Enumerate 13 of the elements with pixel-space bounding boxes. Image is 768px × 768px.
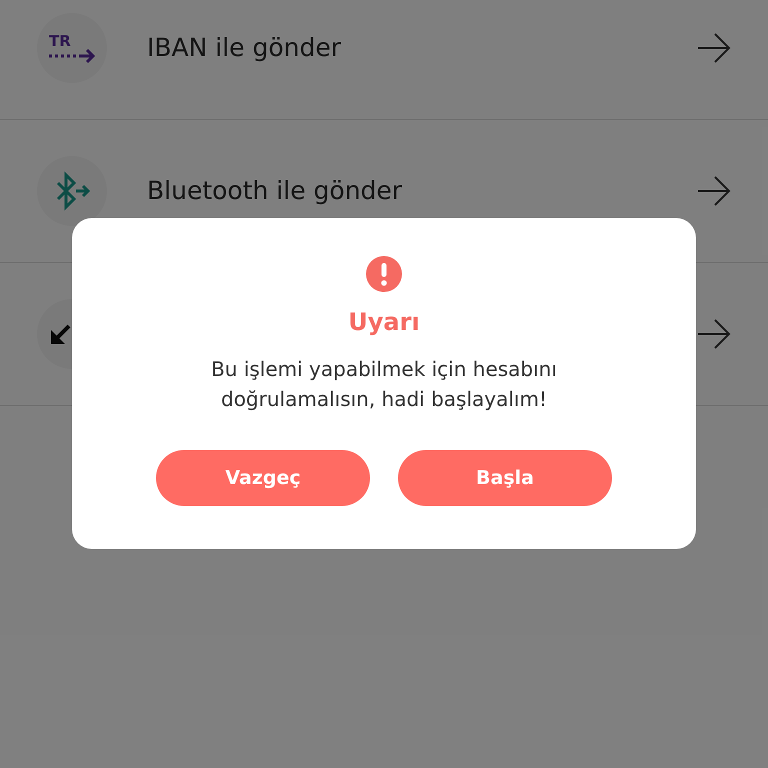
exclamation-icon [366,256,402,292]
dialog-button[interactable]: Başla [398,450,612,506]
dialog-title: Uyarı [348,307,420,338]
dialog-message: Bu işlemi yapabilmek için hesabını doğrulamalısın, hadi başlayalım! [210,356,558,413]
arrow-down-left-icon [51,324,71,344]
arrow-right-icon[interactable] [697,33,731,63]
arrow-right-icon[interactable] [697,176,731,206]
row-label[interactable]: Bluetooth ile gönder [147,172,697,210]
arrow-right-icon[interactable] [697,319,731,349]
dialog-button[interactable]: Vazgeç [156,450,370,506]
dotted-arrow-icon [49,48,95,62]
tr-label: TR [49,34,71,48]
row-label[interactable]: IBAN ile gönder [147,29,697,67]
